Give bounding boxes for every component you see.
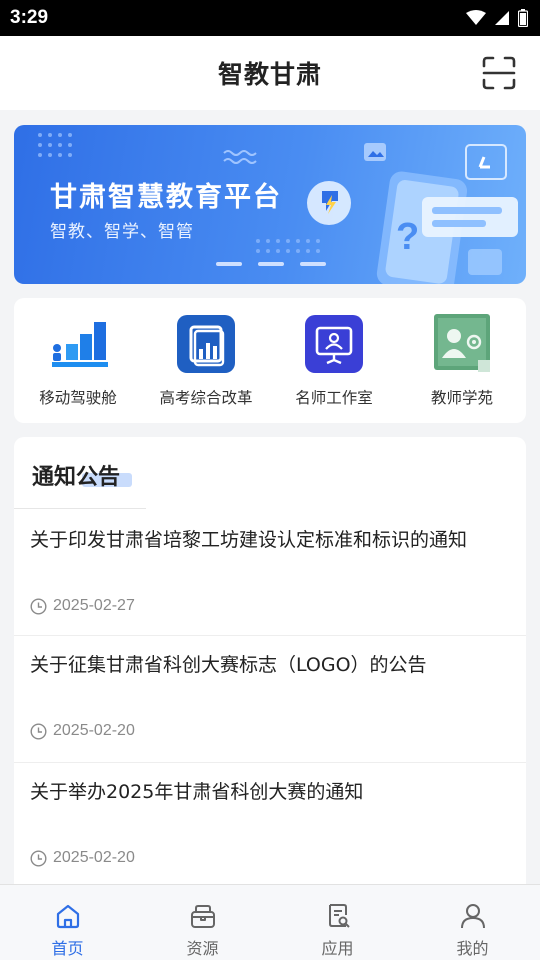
quick-link-mobile-cockpit[interactable]: 移动驾驶舱 — [14, 298, 142, 423]
scan-icon — [482, 56, 516, 90]
presenter-icon — [304, 314, 364, 374]
tab-label: 资源 — [186, 939, 219, 958]
notice-item[interactable]: 关于印发甘肃省培黎工坊建设认定标准和标识的通知 2025-02-27 — [14, 509, 526, 636]
banner-subtitle: 智教、智学、智管 — [50, 222, 194, 242]
scan-button[interactable] — [482, 56, 516, 90]
notice-date: 2025-02-20 — [30, 722, 135, 740]
quick-link-label: 名师工作室 — [295, 389, 373, 407]
signal-icon — [495, 11, 509, 25]
wifi-icon — [466, 10, 486, 25]
tab-resources[interactable]: 资源 — [135, 885, 270, 960]
quick-link-label: 高考综合改革 — [159, 389, 253, 407]
notice-date-text: 2025-02-27 — [53, 597, 135, 614]
notice-item[interactable]: 关于举办2025年甘肃省科创大赛的通知 2025-02-20 — [14, 763, 526, 887]
tab-label: 首页 — [51, 939, 84, 958]
notice-title: 关于征集甘肃省科创大赛标志（LOGO）的公告 — [30, 654, 427, 676]
teacher-certificate-icon — [432, 314, 492, 374]
quick-links: 移动驾驶舱 高考综合改革 名师工作室 教师学苑 — [14, 298, 526, 423]
hero-banner[interactable]: ? 甘肃智慧教育平台 智教、智学、智管 — [14, 125, 526, 284]
search-document-icon — [323, 901, 353, 931]
tab-label: 应用 — [321, 939, 354, 958]
quick-link-teacher-academy[interactable]: 教师学苑 — [398, 298, 526, 423]
bottom-tab-bar: 首页 资源 应用 我的 — [0, 884, 540, 960]
tab-mine[interactable]: 我的 — [405, 885, 540, 960]
quick-link-label: 移动驾驶舱 — [39, 389, 117, 407]
notice-date: 2025-02-27 — [30, 597, 135, 615]
notice-title: 关于印发甘肃省培黎工坊建设认定标准和标识的通知 — [30, 529, 468, 551]
clock-icon — [30, 849, 47, 867]
notice-title: 关于举办2025年甘肃省科创大赛的通知 — [30, 781, 364, 803]
status-icons — [466, 9, 528, 27]
quick-link-master-teacher[interactable]: 名师工作室 — [270, 298, 398, 423]
tab-home[interactable]: 首页 — [0, 885, 135, 960]
notice-section: 通知公告 关于印发甘肃省培黎工坊建设认定标准和标识的通知 2025-02-27 … — [14, 437, 526, 887]
banner-title: 甘肃智慧教育平台 — [50, 182, 282, 213]
clock-icon — [30, 722, 47, 740]
tab-apps[interactable]: 应用 — [270, 885, 405, 960]
home-icon — [53, 901, 83, 931]
status-time: 3:29 — [10, 7, 49, 28]
quick-link-gaokao-reform[interactable]: 高考综合改革 — [142, 298, 270, 423]
quick-link-label: 教师学苑 — [430, 389, 493, 407]
box-icon — [188, 901, 218, 931]
notice-date: 2025-02-20 — [30, 849, 135, 867]
notice-date-text: 2025-02-20 — [53, 722, 135, 739]
report-book-icon — [176, 314, 236, 374]
status-bar: 3:29 — [0, 0, 540, 36]
clock-icon — [30, 597, 47, 615]
notice-date-text: 2025-02-20 — [53, 849, 135, 866]
notice-header: 通知公告 — [14, 437, 526, 509]
notice-heading: 通知公告 — [32, 465, 121, 490]
user-icon — [458, 901, 488, 931]
app-header: 智教甘肃 — [0, 36, 540, 110]
tab-label: 我的 — [456, 939, 489, 958]
bar-chart-icon — [48, 314, 108, 374]
svg-text:?: ? — [396, 216, 419, 258]
notice-item[interactable]: 关于征集甘肃省科创大赛标志（LOGO）的公告 2025-02-20 — [14, 636, 526, 763]
page-title: 智教甘肃 — [217, 60, 322, 89]
battery-icon — [518, 9, 528, 27]
